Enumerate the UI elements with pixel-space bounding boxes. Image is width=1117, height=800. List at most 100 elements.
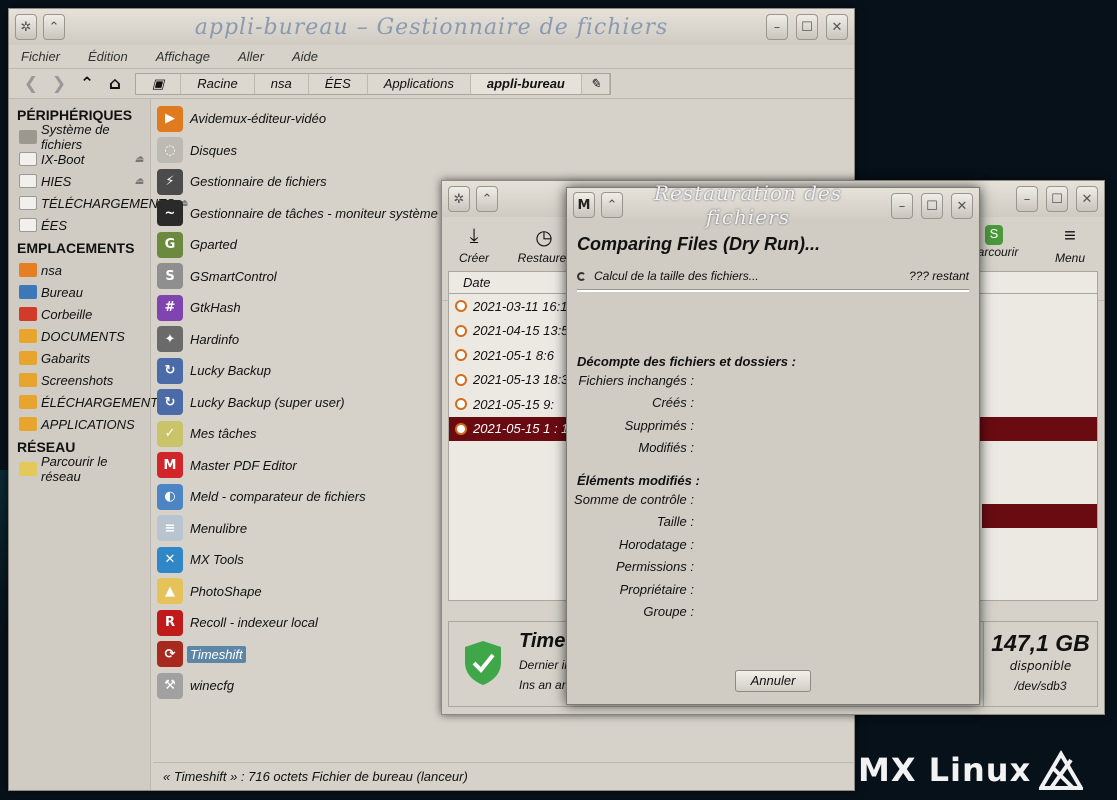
modified-items-heading: Éléments modifiés : (577, 473, 700, 488)
maximize-button[interactable]: ☐ (796, 14, 818, 40)
sidebar-item-desktop[interactable]: Bureau (15, 281, 150, 303)
sidebar-item-filesystem[interactable]: Système de fichiers (15, 122, 150, 152)
menu-help[interactable]: Aide (292, 49, 318, 64)
snapshot-clock-icon (455, 349, 467, 362)
app-launcher-icon: ≡ (157, 515, 183, 542)
snapshot-date: 2021-04-15 13:5 (473, 323, 569, 339)
stat-label: Créés : (652, 395, 694, 411)
window-menu-icon[interactable]: ✲ (448, 186, 470, 212)
menu-button[interactable]: ≡ Menu (1038, 225, 1102, 265)
sidebar-item-device-2[interactable]: HIES ⏏ (15, 170, 150, 192)
status-bar: « Timeshift » : 716 octets Fichier de bu… (153, 762, 854, 790)
create-button[interactable]: ⤓ Créer (442, 225, 506, 265)
crumb-data[interactable]: ÉES (309, 73, 368, 94)
stat-row: Taille : (567, 511, 979, 534)
app-launcher-icon: ✕ (157, 546, 183, 573)
maximize-button[interactable]: ☐ (1046, 186, 1068, 212)
sidebar-item-templates[interactable]: Gabarits (15, 347, 150, 369)
file-name: Master PDF Editor (190, 457, 297, 473)
file-name: GSmartControl (190, 268, 277, 284)
sidebar-item-documents[interactable]: DOCUMENTS (15, 325, 150, 347)
selected-row-highlight (982, 504, 1097, 528)
folder-icon (19, 329, 37, 343)
folder-icon (19, 351, 37, 365)
folder-icon (19, 417, 37, 431)
shade-icon[interactable]: ⌃ (43, 14, 65, 40)
menu-edit[interactable]: Édition (88, 49, 128, 64)
parent-folder-icon[interactable]: ⌃ (73, 74, 101, 94)
cancel-button[interactable]: Annuler (735, 670, 811, 692)
file-name: Recoll - indexeur local (190, 615, 318, 631)
dlg-titlebar[interactable]: M ⌃ Restauration des fichiers – ☐ ✕ (567, 181, 979, 229)
sidebar-item-applications[interactable]: APPLICATIONS (15, 413, 150, 435)
file-name: MX Tools (190, 552, 244, 568)
file-name: Disques (190, 142, 237, 158)
sidebar-item-device-3[interactable]: TÉLÉCHARGEMENTS ⏏ (15, 192, 188, 214)
app-launcher-icon: # (157, 294, 183, 321)
minimize-button[interactable]: – (766, 14, 788, 40)
stat-label: Somme de contrôle : (574, 491, 694, 507)
sidebar-item-downloads[interactable]: ÉLÉCHARGEMENTS (15, 391, 167, 413)
file-name: Avidemux-éditeur-vidéo (190, 111, 327, 127)
file-item[interactable]: ▶ Avidemux-éditeur-vidéo (155, 103, 854, 135)
disk-device: /dev/sdb3 (1014, 679, 1067, 693)
minimize-button[interactable]: – (891, 193, 913, 219)
shield-check-icon (465, 641, 501, 685)
time-remaining: ??? restant (908, 269, 969, 283)
snapshot-date: 2021-05-13 18:36 (473, 372, 576, 388)
crumb-home[interactable]: nsa (255, 73, 309, 94)
money-icon: S (985, 225, 1003, 245)
fm-titlebar[interactable]: ✲ ⌃ appli-bureau – Gestionnaire de fichi… (9, 9, 854, 45)
sidebar-item-device-4[interactable]: ÉES (15, 214, 150, 236)
menu-go[interactable]: Aller (238, 49, 264, 64)
sidebar-item-network[interactable]: Parcourir le réseau (15, 454, 150, 484)
desktop-icon (19, 285, 37, 299)
progress-bar (577, 289, 969, 292)
sidebar-item-screenshots[interactable]: Screenshots (15, 369, 150, 391)
shade-icon[interactable]: ⌃ (476, 186, 498, 212)
crumb-applications[interactable]: Applications (368, 73, 471, 94)
sidebar-item-trash[interactable]: Corbeille (15, 303, 150, 325)
file-item[interactable]: ◌ Disques (155, 135, 854, 167)
sidebar: PÉRIPHÉRIQUES Système de fichiers IX-Boo… (9, 99, 188, 790)
app-icon[interactable]: M (573, 192, 595, 218)
shade-icon[interactable]: ⌃ (601, 192, 623, 218)
drive-icon (19, 130, 37, 144)
app-launcher-icon: R (157, 609, 183, 636)
root-crumb[interactable]: ▣ (136, 73, 182, 94)
menu-view[interactable]: Affichage (156, 49, 210, 64)
app-launcher-icon: ▲ (157, 578, 183, 605)
eject-icon[interactable]: ⏏ (135, 176, 144, 187)
close-button[interactable]: ✕ (826, 14, 848, 40)
sidebar-item-home[interactable]: nsa (15, 259, 150, 281)
places-heading: EMPLACEMENTS (17, 240, 135, 256)
minimize-button[interactable]: – (1016, 186, 1038, 212)
hamburger-icon: ≡ (1064, 225, 1076, 247)
app-launcher-icon: ◐ (157, 483, 183, 510)
progress-label: Calcul de la taille des fichiers... (594, 269, 759, 283)
app-launcher-icon: ⚒ (157, 672, 183, 699)
app-launcher-icon: S (157, 263, 183, 290)
disk-space-panel: 147,1 GB disponible /dev/sdb3 (983, 621, 1098, 707)
forward-icon[interactable]: ❯ (45, 74, 73, 94)
stat-label: Groupe : (643, 604, 694, 620)
file-name: Menulibre (190, 520, 248, 536)
menu-file[interactable]: Fichier (21, 49, 60, 64)
spinner-icon (577, 271, 586, 281)
file-name: Timeshift (187, 645, 246, 663)
edit-path-icon[interactable]: ✎ (582, 73, 610, 94)
close-button[interactable]: ✕ (1076, 186, 1098, 212)
home-icon[interactable]: ⌂ (101, 74, 129, 94)
drive-icon (19, 218, 37, 232)
window-menu-icon[interactable]: ✲ (15, 14, 37, 40)
snapshot-date: 2021-05-15 1 : 1 (473, 421, 569, 437)
home-folder-icon (19, 263, 37, 277)
eject-icon[interactable]: ⏏ (135, 154, 144, 165)
crumb-racine[interactable]: Racine (181, 73, 255, 94)
mx-linux-logo: MX Linux (858, 748, 1113, 792)
snapshot-date: 2021-05-15 9: (473, 396, 554, 412)
back-icon[interactable]: ❮ (17, 74, 45, 94)
close-button[interactable]: ✕ (951, 193, 973, 219)
crumb-current[interactable]: appli-bureau (470, 73, 582, 94)
maximize-button[interactable]: ☐ (921, 193, 943, 219)
